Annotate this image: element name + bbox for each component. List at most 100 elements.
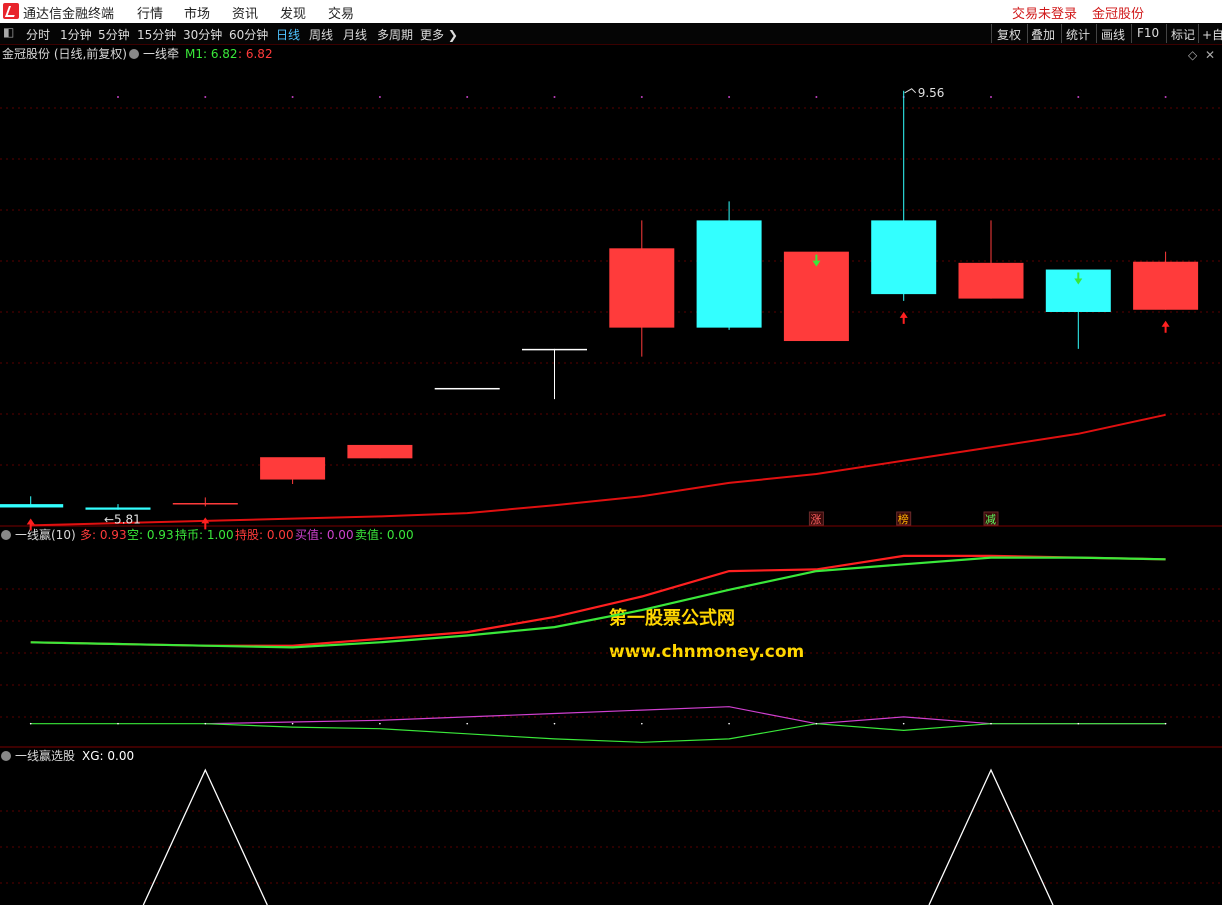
zero-dot xyxy=(641,722,643,725)
osc-legend-short: 空: 0.93 xyxy=(127,528,174,542)
event-tag-label: 涨 xyxy=(810,513,821,526)
period-tab-multi[interactable]: 多周期 xyxy=(377,26,413,43)
mark-button[interactable]: 标记 xyxy=(1171,26,1195,43)
candle-body xyxy=(522,348,587,351)
xg-signal-peak xyxy=(928,768,1054,905)
top-marker-dot xyxy=(204,96,207,98)
short-line xyxy=(30,556,1166,649)
top-marker-dot xyxy=(815,96,818,98)
period-tab-5min[interactable]: 5分钟 xyxy=(98,26,130,43)
toolbar-separator xyxy=(1131,24,1132,43)
app-logo-icon xyxy=(3,3,19,19)
adjust-button[interactable]: 复权 xyxy=(997,26,1021,43)
sell-value-line xyxy=(30,723,1166,743)
toolbar-separator xyxy=(991,24,992,43)
menu-bar: 通达信金融终端 行情 市场 资讯 发现 交易 交易未登录 金冠股份 xyxy=(0,0,1222,23)
top-marker-dot xyxy=(291,96,294,98)
sidebar-toggle-icon[interactable]: ◧ xyxy=(3,25,14,39)
period-tab-30min[interactable]: 30分钟 xyxy=(183,26,222,43)
watermark-title: 第一股票公式网 xyxy=(609,607,735,629)
f10-button[interactable]: F10 xyxy=(1137,26,1159,40)
kline-indicator-name: 一线牵 xyxy=(143,47,179,61)
current-stock-name[interactable]: 金冠股份 xyxy=(1092,3,1144,22)
period-tab-weekly[interactable]: 周线 xyxy=(309,26,333,43)
osc-legend-buy: 买值: 0.00 xyxy=(295,527,354,542)
candle-body xyxy=(609,248,675,328)
osc-legend-sell: 卖值: 0.00 xyxy=(355,527,414,542)
buy-value-line xyxy=(205,706,1166,725)
candle-body xyxy=(85,507,151,510)
zero-dot xyxy=(117,722,119,725)
low-price-label: ←5.81 xyxy=(104,513,141,527)
osc-legend-long: 多: 0.93 xyxy=(80,528,127,542)
toolbar-separator xyxy=(1166,24,1167,43)
high-price-label: 9.56 xyxy=(918,86,945,100)
top-marker-dot xyxy=(117,96,119,98)
zero-dot xyxy=(29,722,32,725)
menu-item-market[interactable]: 市场 xyxy=(184,3,210,22)
diamond-icon[interactable]: ◇ xyxy=(1188,48,1198,62)
event-tag-label: 减 xyxy=(985,513,996,526)
buy-arrow-icon xyxy=(899,311,908,324)
candle-body xyxy=(871,220,937,295)
add-favorite-button[interactable]: +自 xyxy=(1202,26,1222,43)
zero-dot xyxy=(466,722,469,725)
candle-body xyxy=(434,387,500,390)
kline-legend-m1: M1: 6.82 xyxy=(185,47,238,61)
top-marker-dot xyxy=(990,96,992,98)
zero-dot xyxy=(902,722,905,725)
top-marker-dot xyxy=(1164,96,1167,98)
candle-body xyxy=(260,457,326,480)
menu-item-trade[interactable]: 交易 xyxy=(328,3,354,22)
zero-dot xyxy=(1164,722,1167,725)
trade-login-status[interactable]: 交易未登录 xyxy=(1012,3,1077,22)
period-tab-15min[interactable]: 15分钟 xyxy=(137,26,176,43)
toolbar-separator xyxy=(1096,24,1097,43)
top-marker-dot xyxy=(466,96,469,98)
menu-item-market-quotes[interactable]: 行情 xyxy=(137,3,163,22)
osc-title: 一线赢(10) xyxy=(15,527,76,542)
watermark-url: www.chnmoney.com xyxy=(609,642,804,662)
candle-body xyxy=(696,220,762,328)
candle-body xyxy=(347,444,413,459)
top-marker-dot xyxy=(640,96,643,98)
app-title: 通达信金融终端 xyxy=(23,7,115,22)
top-marker-dot xyxy=(728,96,731,98)
draw-line-button[interactable]: 画线 xyxy=(1101,26,1125,43)
event-tag-label: 榜 xyxy=(898,512,909,526)
menu-item-discover[interactable]: 发现 xyxy=(280,3,306,22)
indicator-dropdown-icon[interactable] xyxy=(129,49,139,59)
indicator-dropdown-icon[interactable] xyxy=(1,530,11,540)
period-tab-monthly[interactable]: 月线 xyxy=(343,26,367,43)
zero-dot xyxy=(1077,722,1080,725)
period-tab-daily[interactable]: 日线 xyxy=(276,26,300,43)
top-marker-dot xyxy=(553,96,556,98)
close-panel-icon[interactable]: ✕ xyxy=(1205,48,1215,62)
statistics-button[interactable]: 统计 xyxy=(1066,26,1090,43)
indicator-dropdown-icon[interactable] xyxy=(1,751,11,761)
toolbar-separator xyxy=(1061,24,1062,43)
period-tab-intraday[interactable]: 分时 xyxy=(26,26,50,43)
high-pointer-icon xyxy=(904,88,917,94)
moving-average-line xyxy=(30,413,1166,527)
period-tab-more[interactable]: 更多 ❯ xyxy=(420,26,458,43)
zero-dot xyxy=(728,722,730,725)
xg-legend: XG: 0.00 xyxy=(82,749,134,763)
overlay-button[interactable]: 叠加 xyxy=(1031,26,1055,43)
long-line xyxy=(30,554,1166,647)
menu-item-news[interactable]: 资讯 xyxy=(232,3,258,22)
period-tab-1min[interactable]: 1分钟 xyxy=(60,26,92,43)
zero-dot xyxy=(553,722,556,725)
candle-body xyxy=(1133,261,1199,310)
top-marker-dot xyxy=(378,96,381,98)
buy-arrow-icon xyxy=(1161,320,1170,333)
top-marker-dot xyxy=(1077,96,1080,98)
xg-title: 一线赢选股 xyxy=(15,748,75,763)
stock-chart[interactable]: 金冠股份 (日线,前复权) 一线牵 M1: 6.82 : 6.82 ◇ ✕ 一线… xyxy=(0,44,1222,905)
osc-legend-hold-cash: 持币: 1.00 xyxy=(175,527,234,542)
xg-signal-peak xyxy=(142,768,268,905)
candle-body xyxy=(0,504,64,508)
toolbar-separator xyxy=(1198,24,1199,43)
zero-dot xyxy=(379,722,381,725)
period-tab-60min[interactable]: 60分钟 xyxy=(229,26,268,43)
